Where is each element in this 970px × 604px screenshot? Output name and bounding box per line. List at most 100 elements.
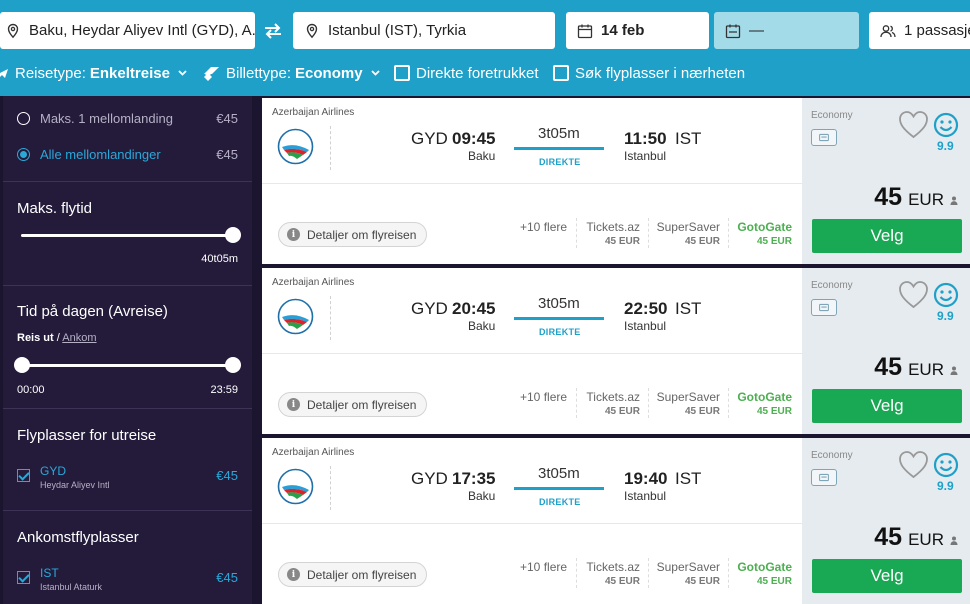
departure-date-field[interactable]: 14 feb (566, 12, 709, 49)
airport-code: GYD (40, 464, 67, 478)
select-button[interactable]: Velg (812, 219, 962, 253)
flight-result-card[interactable]: Azerbaijan Airlines GYD 09:45 Baku 3t05m… (262, 98, 970, 264)
divider (728, 388, 729, 418)
direct-preferred-checkbox[interactable]: Direkte foretrukket (394, 65, 539, 82)
price-currency: EUR (908, 190, 944, 209)
seat-icon (811, 469, 837, 486)
price-currency: EUR (908, 530, 944, 549)
divider (576, 388, 577, 418)
arrival-airports-title: Ankomstflyplasser (17, 529, 139, 546)
flight-result-card[interactable]: Azerbaijan Airlines GYD 17:35 Baku 3t05m… (262, 438, 970, 604)
flight-details-label: Detaljer om flyreisen (307, 227, 417, 242)
select-button[interactable]: Velg (812, 559, 962, 593)
passengers-field[interactable]: 1 passasjer (869, 12, 970, 49)
heart-icon[interactable] (898, 280, 929, 309)
departure-city: Baku (468, 489, 496, 503)
nearby-airports-checkbox[interactable]: Søk flyplasser i nærheten (553, 65, 745, 82)
divider (576, 218, 577, 248)
price-amount: 45 (874, 353, 903, 381)
duration-slider-track[interactable] (21, 234, 236, 237)
users-icon (880, 24, 896, 37)
time-slider-min-handle[interactable] (14, 357, 30, 373)
nearby-airports-label: Søk flyplasser i nærheten (575, 64, 746, 82)
return-date-value: — (749, 22, 764, 39)
direct-label: DIREKTE (539, 497, 581, 507)
info-icon: i (287, 398, 300, 411)
provider-supersaver[interactable]: SuperSaver 45 EUR (657, 390, 720, 417)
provider-name: Tickets.az (586, 390, 640, 404)
more-providers-link[interactable]: +10 flere (520, 390, 567, 404)
airport-price: €45 (216, 468, 238, 483)
calendar-icon (577, 24, 593, 38)
person-icon (950, 366, 958, 375)
flight-result-card[interactable]: Azerbaijan Airlines GYD 20:45 Baku 3t05m… (262, 268, 970, 434)
checkbox-checked (17, 469, 30, 482)
chevron-down-icon (178, 70, 187, 76)
arrival-time: 22:50 (624, 299, 668, 318)
provider-name: GotoGate (737, 560, 792, 574)
time-slider-track[interactable] (21, 364, 236, 367)
more-providers-link[interactable]: +10 flere (520, 220, 567, 234)
heart-icon[interactable] (898, 450, 929, 479)
provider-name: SuperSaver (656, 560, 720, 574)
provider-name: SuperSaver (656, 390, 720, 404)
location-pin-icon (306, 23, 318, 38)
stops-option-max-one[interactable]: Maks. 1 mellomlanding €45 (17, 111, 238, 126)
seat-icon (811, 129, 837, 146)
swap-icon[interactable] (263, 22, 283, 40)
divider (330, 466, 331, 510)
ticket-type-dropdown[interactable]: Billettype: Economy (203, 65, 380, 82)
time-slider-max-handle[interactable] (225, 357, 241, 373)
price-panel: Economy 9.9 45 EUR Velg (802, 268, 970, 434)
arrival-time: 11:50 (624, 129, 667, 148)
duration-slider-handle[interactable] (225, 227, 241, 243)
divider (648, 558, 649, 588)
departure-airports-title: Flyplasser for utreise (17, 427, 157, 444)
duration-line (514, 317, 604, 320)
destination-field[interactable]: Istanbul (IST), Tyrkia (293, 12, 555, 49)
trip-type-dropdown[interactable]: Reisetype: Enkeltreise (0, 65, 187, 82)
divider (3, 408, 252, 409)
provider-supersaver[interactable]: SuperSaver 45 EUR (657, 560, 720, 587)
stops-option-all[interactable]: Alle mellomlandinger €45 (17, 147, 238, 162)
checkbox-checked (17, 571, 30, 584)
arrival-airport-ist[interactable]: IST Istanbul Ataturk €45 (17, 566, 238, 592)
search-header: Baku, Heydar Aliyev Intl (GYD), A... Ist… (0, 0, 970, 96)
divider (728, 558, 729, 588)
provider-tickets-az[interactable]: Tickets.az 45 EUR (586, 390, 640, 417)
flight-info: Azerbaijan Airlines GYD 20:45 Baku 3t05m… (262, 268, 802, 434)
ticket-type-label: Billettype: (226, 64, 292, 82)
provider-supersaver[interactable]: SuperSaver 45 EUR (657, 220, 720, 247)
provider-gotogate[interactable]: GotoGate 45 EUR (737, 560, 792, 587)
provider-price: 45 EUR (684, 236, 720, 247)
price-amount: 45 (874, 183, 903, 211)
return-date-field[interactable]: — (714, 12, 859, 49)
more-providers-link[interactable]: +10 flere (520, 560, 567, 574)
flight-info: Azerbaijan Airlines GYD 09:45 Baku 3t05m… (262, 98, 802, 264)
provider-tickets-az[interactable]: Tickets.az 45 EUR (586, 220, 640, 247)
arrival-airport-code: IST (675, 129, 702, 148)
outbound-tab[interactable]: Reis ut (17, 332, 54, 344)
heart-icon[interactable] (898, 110, 929, 139)
rating-score: 9.9 (937, 309, 954, 323)
origin-field[interactable]: Baku, Heydar Aliyev Intl (GYD), A... (0, 12, 255, 49)
inbound-tab[interactable]: Ankom (62, 332, 96, 344)
flight-details-button[interactable]: i Detaljer om flyreisen (278, 392, 428, 417)
flight-details-label: Detaljer om flyreisen (307, 567, 417, 582)
stops-option-price: €45 (216, 111, 238, 126)
trip-type-label: Reisetype: (15, 64, 86, 82)
flight-details-button[interactable]: i Detaljer om flyreisen (278, 562, 428, 587)
provider-tickets-az[interactable]: Tickets.az 45 EUR (586, 560, 640, 587)
select-button[interactable]: Velg (812, 389, 962, 423)
flight-details-button[interactable]: i Detaljer om flyreisen (278, 222, 428, 247)
price: 45 EUR (874, 183, 958, 212)
departure-airport-gyd[interactable]: GYD Heydar Aliyev Intl €45 (17, 464, 238, 490)
departure-time: 09:45 (452, 129, 496, 148)
direct-preferred-label: Direkte foretrukket (416, 64, 539, 82)
provider-gotogate[interactable]: GotoGate 45 EUR (737, 390, 792, 417)
price-currency: EUR (908, 360, 944, 379)
flight-duration: 3t05m (538, 465, 580, 482)
airline-logo-icon (277, 298, 314, 335)
provider-price: 45 EUR (756, 236, 792, 247)
provider-gotogate[interactable]: GotoGate 45 EUR (737, 220, 792, 247)
